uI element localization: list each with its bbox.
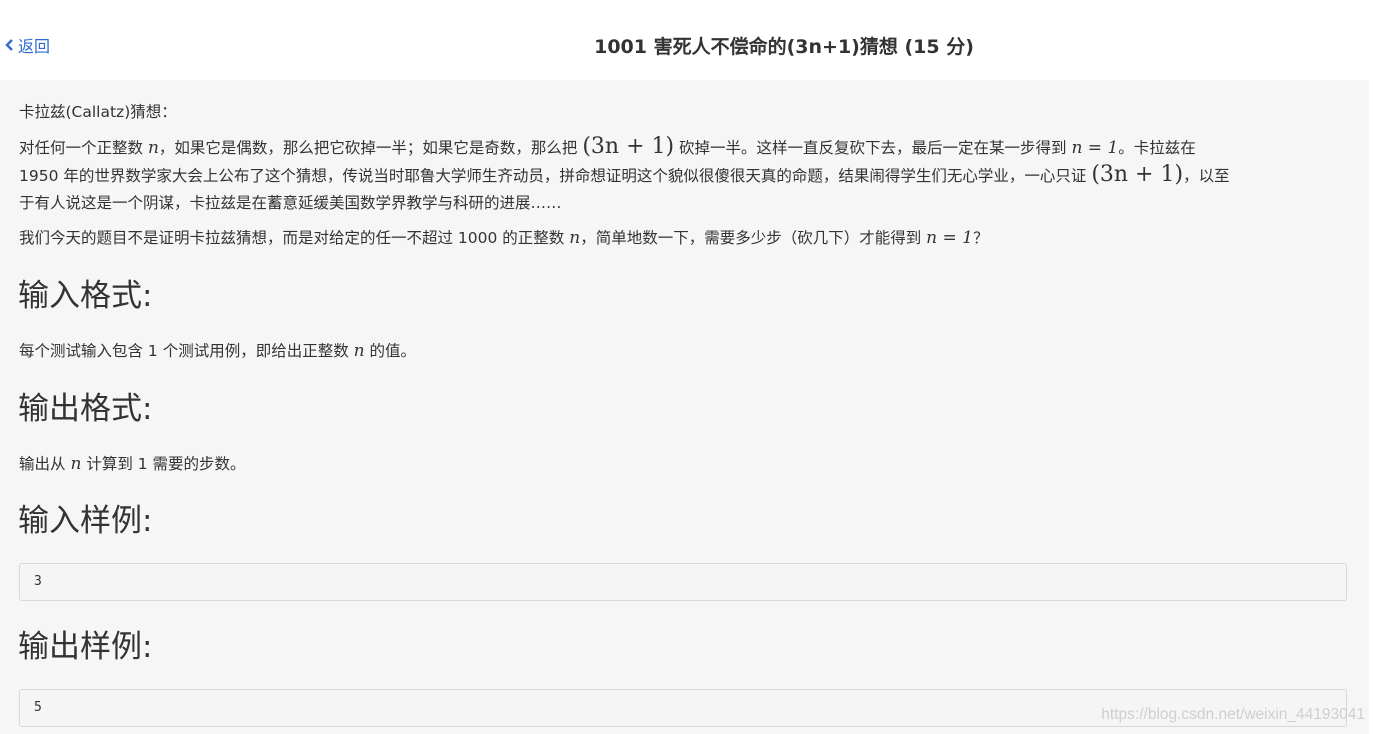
- sample-input-box[interactable]: 3: [19, 563, 1347, 601]
- problem-paragraph-4: 我们今天的题目不是证明卡拉兹猜想，而是对给定的任一不超过 1000 的正整数 n…: [19, 228, 989, 248]
- sample-input-heading: 输入样例:: [18, 503, 153, 539]
- math-n-equals-1: n = 1: [1071, 138, 1119, 158]
- math-n: n: [569, 228, 581, 248]
- output-format-text: 输出从 n 计算到 1 需要的步数。: [19, 454, 246, 474]
- intro-title: 卡拉兹(Callatz)猜想：: [19, 103, 177, 121]
- math-n: n: [70, 454, 82, 474]
- top-bar: 返回 1001 害死人不偿命的(3n+1)猜想 (15 分): [0, 0, 1373, 80]
- input-format-text: 每个测试输入包含 1 个测试用例，即给出正整数 n 的值。: [19, 341, 417, 361]
- math-n-equals-1: n = 1: [926, 228, 973, 248]
- sample-output-code: 5: [34, 700, 42, 715]
- sample-output-heading: 输出样例:: [18, 629, 153, 665]
- problem-paragraph-3: 于有人说这是一个阴谋，卡拉兹是在蓄意延缓美国数学界教学与科研的进展……: [19, 194, 562, 212]
- math-n: n: [353, 341, 365, 361]
- problem-panel: 卡拉兹(Callatz)猜想： 对任何一个正整数 n，如果它是偶数，那么把它砍掉…: [0, 80, 1369, 734]
- output-format-heading: 输出格式:: [18, 391, 153, 427]
- input-format-heading: 输入格式:: [18, 278, 153, 314]
- problem-paragraph-1: 对任何一个正整数 n，如果它是偶数，那么把它砍掉一半；如果它是奇数，那么把 (3…: [19, 134, 1196, 159]
- sample-input-code: 3: [34, 574, 42, 589]
- math-3n-plus-1: (3n + 1): [1091, 162, 1184, 187]
- watermark-url: https://blog.csdn.net/weixin_44193041: [1101, 706, 1365, 723]
- math-3n-plus-1: (3n + 1): [582, 134, 675, 159]
- problem-paragraph-2: 1950 年的世界数学家大会上公布了这个猜想，传说当时耶鲁大学师生齐动员，拼命想…: [19, 162, 1230, 187]
- page-title: 1001 害死人不偿命的(3n+1)猜想 (15 分): [594, 36, 974, 58]
- math-n: n: [147, 138, 159, 158]
